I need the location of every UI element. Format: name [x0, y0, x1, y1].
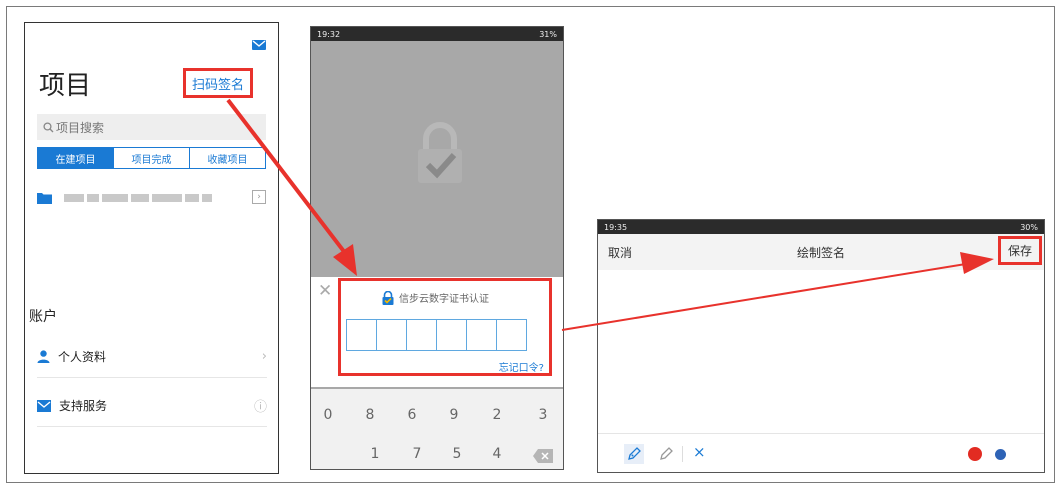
search-input[interactable]: 项目搜索 [37, 114, 266, 140]
pin-cell[interactable] [376, 319, 407, 351]
page-title: 绘制签名 [796, 246, 845, 260]
key-9[interactable]: 9 [444, 407, 464, 423]
menu-label: 个人资料 [58, 350, 107, 364]
chevron-right-icon: › [252, 190, 266, 204]
tab-completed[interactable]: 项目完成 [114, 148, 190, 168]
key-8[interactable]: 8 [360, 407, 380, 423]
account-heading: 账户 [29, 309, 57, 325]
forgot-password-link[interactable]: 忘记口令? [499, 359, 544, 374]
project-list-item[interactable]: › [37, 189, 266, 207]
pin-cell[interactable] [406, 319, 437, 351]
color-blue-swatch[interactable] [995, 449, 1006, 460]
status-bar: 19:32 31% [311, 27, 563, 41]
status-battery: 30% [1020, 222, 1038, 232]
pin-input[interactable] [346, 319, 527, 351]
key-2[interactable]: 2 [487, 407, 507, 423]
key-3[interactable]: 3 [533, 407, 553, 423]
mail-icon[interactable] [252, 35, 266, 54]
key-4[interactable]: 4 [487, 446, 507, 462]
menu-item-profile[interactable]: 个人资料 › [37, 336, 267, 378]
lock-check-icon [418, 122, 462, 183]
key-1[interactable]: 1 [365, 446, 385, 462]
pen-icon[interactable] [624, 444, 644, 464]
pin-auth-screen: 19:32 31% ✕ 信步云数字证书认证 忘记口令? 0 8 6 9 2 3 … [310, 26, 564, 470]
person-icon [37, 350, 50, 363]
support-icon [37, 399, 51, 412]
lock-icon [382, 290, 394, 305]
project-list-screen: 项目 扫码签名 项目搜索 在建项目 项目完成 收藏项目 › 账户 个人资料 › … [24, 22, 279, 474]
divider [682, 446, 683, 462]
key-7[interactable]: 7 [407, 446, 427, 462]
close-icon[interactable]: ✕ [318, 281, 332, 301]
menu-label: 支持服务 [59, 399, 108, 413]
key-5[interactable]: 5 [447, 446, 467, 462]
signature-toolbar: 绘制签名 取消 保存 [598, 234, 1044, 270]
eraser-icon[interactable] [656, 444, 676, 464]
chevron-right-icon: › [261, 349, 267, 364]
save-button[interactable]: 保存 [998, 236, 1042, 265]
page-title: 项目 [39, 71, 92, 101]
clear-icon[interactable]: × [693, 443, 706, 461]
folder-icon [37, 193, 52, 204]
search-icon [43, 121, 54, 132]
key-6[interactable]: 6 [402, 407, 422, 423]
project-tabs: 在建项目 项目完成 收藏项目 [37, 147, 266, 169]
auth-highlight-box: 信步云数字证书认证 忘记口令? [338, 278, 552, 376]
pin-cell[interactable] [346, 319, 377, 351]
key-0[interactable]: 0 [318, 407, 338, 423]
numeric-keypad: 0 8 6 9 2 3 1 7 5 4 [311, 389, 563, 469]
status-battery: 31% [539, 29, 557, 39]
scan-sign-button[interactable]: 扫码签名 [183, 68, 253, 98]
pin-cell[interactable] [466, 319, 497, 351]
status-time: 19:32 [317, 29, 341, 39]
backspace-icon[interactable] [533, 449, 553, 463]
search-placeholder: 项目搜索 [56, 120, 105, 135]
blurred-project-name [64, 194, 212, 202]
signature-canvas[interactable] [598, 270, 1044, 433]
cancel-button[interactable]: 取消 [608, 244, 632, 261]
drawing-tools: × [598, 433, 1044, 472]
auth-title: 信步云数字证书认证 [381, 290, 489, 305]
info-icon: ⓘ [253, 400, 267, 415]
draw-signature-screen: 19:35 30% 绘制签名 取消 保存 × [597, 219, 1045, 473]
pin-cell[interactable] [436, 319, 467, 351]
status-bar: 19:35 30% [598, 220, 1044, 234]
tab-favorites[interactable]: 收藏项目 [190, 148, 265, 168]
color-red-swatch[interactable] [968, 447, 982, 461]
pin-cell[interactable] [496, 319, 527, 351]
tab-in-progress[interactable]: 在建项目 [38, 148, 114, 168]
menu-item-support[interactable]: 支持服务 ⓘ [37, 385, 267, 427]
status-time: 19:35 [604, 222, 628, 232]
